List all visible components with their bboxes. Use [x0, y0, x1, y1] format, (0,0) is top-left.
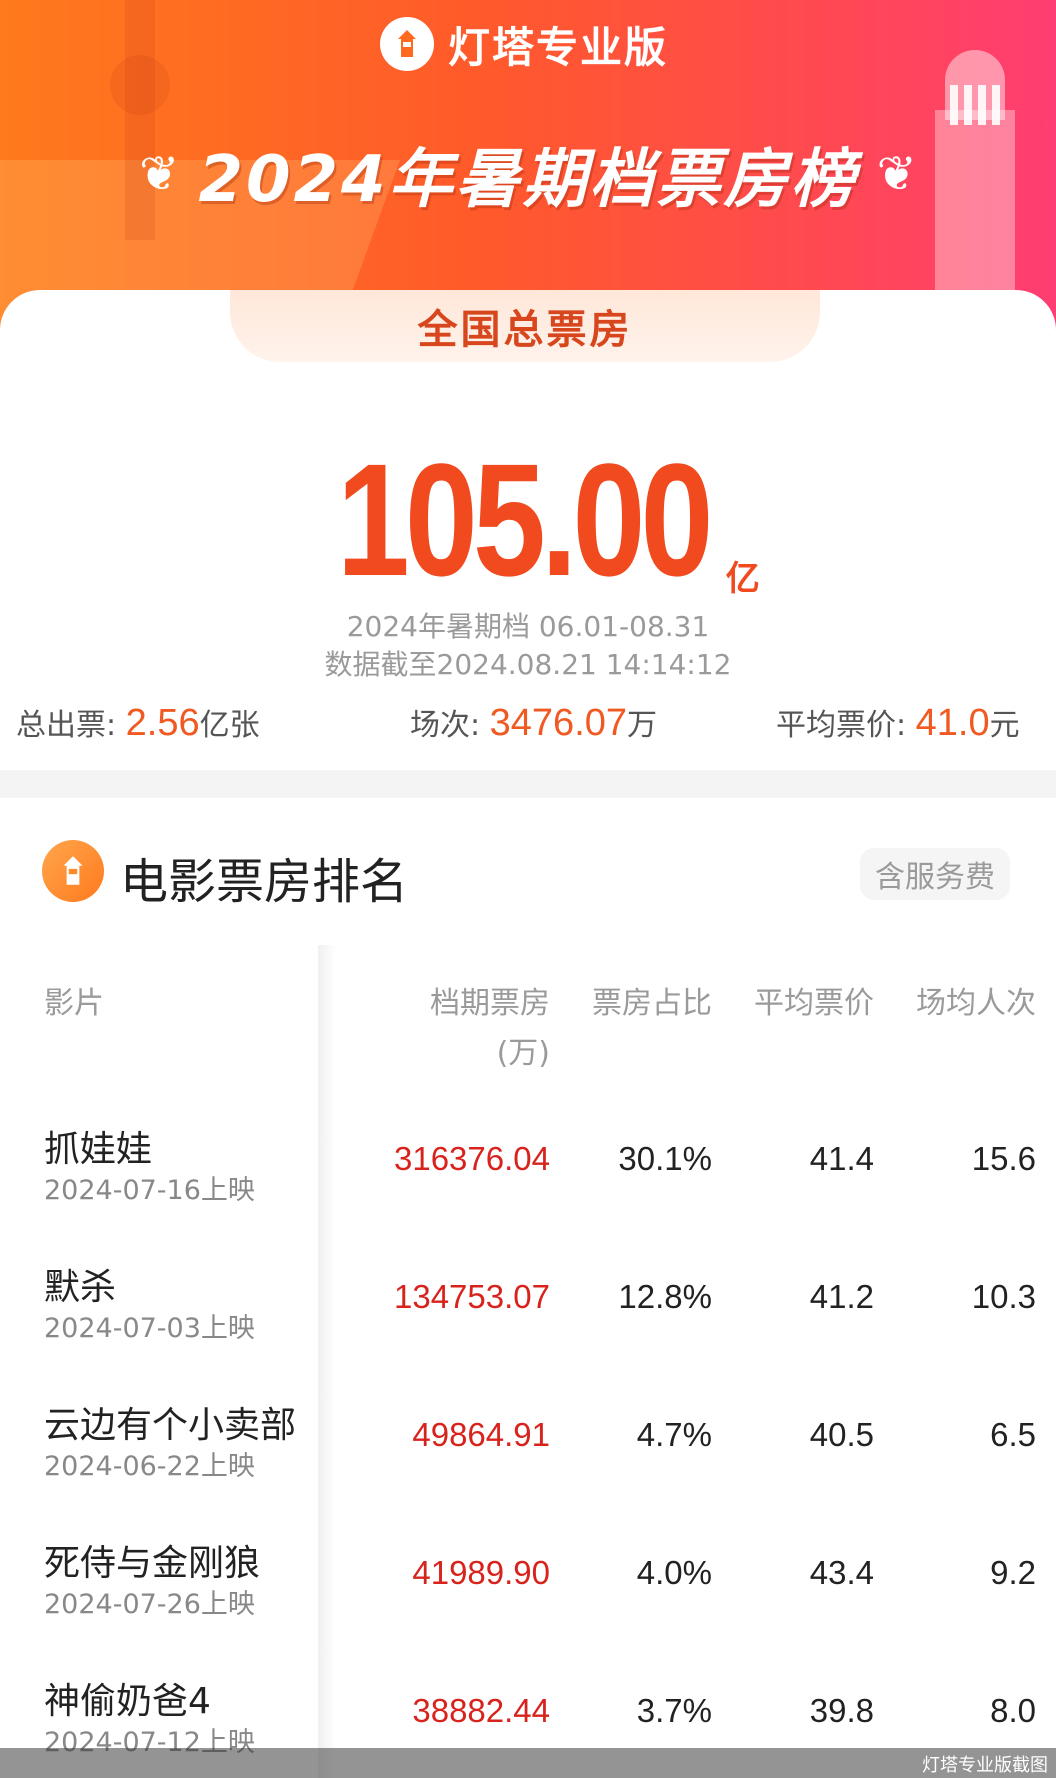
period-text: 2024年暑期档 06.01-08.31 — [346, 610, 710, 643]
table-row[interactable]: 云边有个小卖部 2024-06-22上映 49864.91 4.7% 40.5 … — [0, 1396, 1056, 1534]
share-value: 4.0% — [636, 1554, 712, 1591]
watermark-bar — [0, 1748, 1056, 1778]
box-office-value: 134753.07 — [394, 1278, 550, 1315]
lighthouse-logo-icon — [380, 17, 434, 71]
release-date: 2024-07-26上映 — [44, 1589, 255, 1620]
avg-price-value: 39.8 — [809, 1692, 874, 1729]
share-value: 12.8% — [618, 1278, 712, 1315]
header-banner: 灯塔专业版 ❦ 2024年暑期档票房榜 ❦ — [0, 0, 1056, 330]
movie-name: 神偷奶爸4 — [44, 1681, 211, 1722]
box-office-value: 49864.91 — [412, 1416, 550, 1453]
avg-audience-value: 15.6 — [971, 1140, 1036, 1177]
table-row[interactable]: 死侍与金刚狼 2024-07-26上映 41989.90 4.0% 43.4 9… — [0, 1534, 1056, 1672]
movie-name: 默杀 — [44, 1267, 117, 1308]
stat-unit: 万 — [627, 708, 658, 743]
as-of-text: 数据截至2024.08.21 14:14:12 — [324, 648, 732, 681]
total-box-office: 105.00 亿 — [0, 440, 1056, 600]
avg-audience-value: 8.0 — [990, 1692, 1036, 1729]
avg-audience-value: 9.2 — [990, 1554, 1036, 1591]
column-header-box-office[interactable]: 档期票房 (万) — [350, 978, 550, 1072]
table-row[interactable]: 默杀 2024-07-03上映 134753.07 12.8% 41.2 10.… — [0, 1258, 1056, 1396]
laurel-right-icon: ❦ — [876, 146, 917, 202]
release-date: 2024-06-22上映 — [44, 1451, 255, 1482]
total-unit: 亿 — [725, 559, 760, 599]
stat-unit: 亿张 — [199, 708, 260, 743]
share-value: 4.7% — [636, 1416, 712, 1453]
stat-value: 41.0 — [915, 702, 990, 744]
stat-tickets: 总出票: 2.56亿张 — [16, 700, 260, 745]
title-row: ❦ 2024年暑期档票房榜 ❦ — [0, 128, 1056, 220]
section-title: 电影票房排名 — [120, 854, 409, 910]
stats-row: 总出票: 2.56亿张 场次: 3476.07万 平均票价: 41.0元 — [16, 700, 1040, 750]
section-divider — [0, 770, 1056, 798]
stat-label: 场次: — [410, 708, 481, 743]
tab-national-box-office: 全国总票房 — [230, 290, 820, 362]
movie-name: 抓娃娃 — [44, 1129, 153, 1170]
stat-avg-price: 平均票价: 41.0元 — [776, 700, 1020, 745]
movie-name: 云边有个小卖部 — [44, 1405, 297, 1446]
stat-value: 3476.07 — [489, 702, 628, 744]
share-value: 3.7% — [636, 1692, 712, 1729]
watermark-text: 灯塔专业版截图 — [922, 1755, 1048, 1776]
column-header-film: 影片 — [44, 986, 104, 1021]
release-date: 2024-07-16上映 — [44, 1175, 255, 1206]
column-header-unit: (万) — [496, 1036, 550, 1071]
box-office-value: 38882.44 — [412, 1692, 550, 1729]
movie-name: 死侍与金刚狼 — [44, 1543, 261, 1584]
stat-value: 2.56 — [125, 702, 200, 744]
stat-unit: 元 — [989, 708, 1020, 743]
column-header-label: 档期票房 — [430, 986, 550, 1021]
brand-name: 灯塔专业版 — [448, 22, 669, 72]
avg-price-value: 41.4 — [809, 1140, 874, 1177]
service-fee-badge[interactable]: 含服务费 — [860, 848, 1010, 900]
total-value: 105.00 — [337, 430, 714, 609]
brand: 灯塔专业版 — [380, 16, 668, 72]
avg-price-value: 43.4 — [809, 1554, 874, 1591]
release-date: 2024-07-03上映 — [44, 1313, 255, 1344]
column-header-avg-audience[interactable]: 场均人次 — [916, 978, 1036, 1022]
stat-screenings: 场次: 3476.07万 — [410, 700, 657, 745]
avg-price-value: 40.5 — [809, 1416, 874, 1453]
table-row[interactable]: 抓娃娃 2024-07-16上映 316376.04 30.1% 41.4 15… — [0, 1120, 1056, 1258]
box-office-value: 41989.90 — [412, 1554, 550, 1591]
column-header-avg-price[interactable]: 平均票价 — [754, 978, 874, 1022]
column-header-share[interactable]: 票房占比 — [592, 978, 712, 1022]
avg-audience-value: 10.3 — [971, 1278, 1036, 1315]
box-office-value: 316376.04 — [394, 1140, 550, 1177]
lighthouse-section-icon — [42, 840, 104, 902]
laurel-left-icon: ❦ — [139, 146, 180, 202]
page-title: 2024年暑期档票房榜 — [198, 143, 858, 217]
share-value: 30.1% — [618, 1140, 712, 1177]
avg-price-value: 41.2 — [809, 1278, 874, 1315]
tab-label: 全国总票房 — [417, 307, 633, 353]
avg-audience-value: 6.5 — [990, 1416, 1036, 1453]
stat-label: 平均票价: — [776, 708, 907, 743]
lighthouse-window-decoration — [950, 85, 1000, 125]
stat-label: 总出票: — [16, 708, 117, 743]
